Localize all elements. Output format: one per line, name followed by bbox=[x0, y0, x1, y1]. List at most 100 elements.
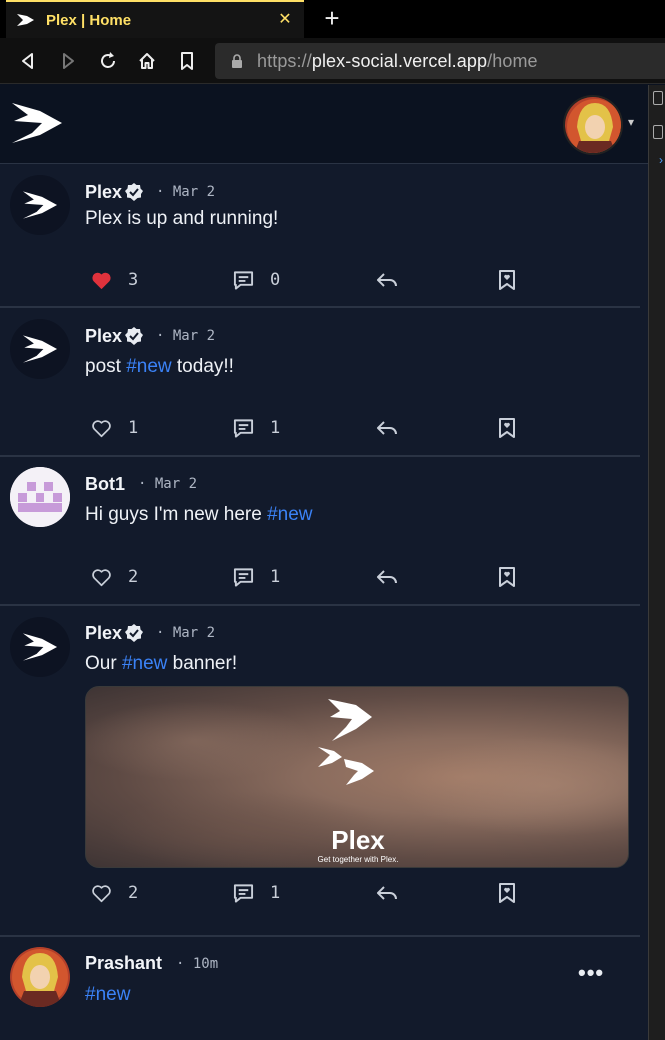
back-icon[interactable] bbox=[16, 49, 40, 73]
post-text: Hi guys I'm new here #new bbox=[85, 504, 313, 526]
comment-count: 1 bbox=[270, 567, 281, 587]
post-date: · Mar 2 bbox=[156, 184, 216, 200]
new-tab-button[interactable]: + bbox=[318, 5, 346, 33]
tab-title: Plex | Home bbox=[46, 11, 132, 29]
bookmark-heart-icon bbox=[499, 567, 515, 587]
comment-icon bbox=[233, 884, 254, 903]
post-author[interactable]: Plex bbox=[85, 623, 122, 644]
home-icon[interactable] bbox=[135, 49, 159, 73]
reply-icon bbox=[377, 273, 397, 287]
post-text: post #new today!! bbox=[85, 356, 234, 378]
app: ▾ Plex · Mar 2 Plex is up and running! 3… bbox=[0, 85, 648, 1040]
reply-button[interactable] bbox=[376, 881, 398, 905]
url-path: /home bbox=[487, 50, 538, 71]
reload-icon[interactable] bbox=[96, 49, 120, 73]
close-tab-icon[interactable]: ✕ bbox=[274, 9, 296, 31]
browser-tabbar: Plex | Home ✕ + bbox=[0, 0, 665, 38]
hashtag-link[interactable]: #new bbox=[267, 504, 312, 525]
post[interactable]: Prashant · 10m ••• #new bbox=[0, 938, 640, 1040]
bookmark-button[interactable] bbox=[498, 881, 516, 905]
like-count: 2 bbox=[128, 883, 139, 903]
post-text-before: post bbox=[85, 356, 127, 377]
reply-button[interactable] bbox=[376, 416, 398, 440]
comment-button[interactable]: 1 bbox=[233, 565, 280, 589]
reply-button[interactable] bbox=[376, 565, 398, 589]
like-button[interactable]: 2 bbox=[91, 881, 138, 905]
plex-logo-icon[interactable] bbox=[10, 101, 64, 150]
comment-button[interactable]: 1 bbox=[233, 416, 280, 440]
devtools-console-icon[interactable]: › bbox=[659, 153, 663, 167]
url-text: https://plex-social.vercel.app/home bbox=[257, 51, 538, 72]
post-avatar[interactable] bbox=[10, 467, 70, 527]
post-avatar[interactable] bbox=[10, 175, 70, 235]
account-menu-caret[interactable]: ▾ bbox=[628, 115, 634, 129]
bookmark-button[interactable] bbox=[498, 268, 516, 292]
heart-outline-icon bbox=[92, 568, 111, 586]
heart-outline-icon bbox=[92, 884, 111, 902]
bookmark-heart-icon bbox=[499, 883, 515, 903]
post-author[interactable]: Plex bbox=[85, 182, 122, 203]
url-scheme: https:// bbox=[257, 50, 312, 71]
post[interactable]: Plex · Mar 2 Plex is up and running! 3 0 bbox=[0, 165, 640, 308]
like-count: 3 bbox=[128, 270, 139, 290]
bookmark-button[interactable] bbox=[498, 565, 516, 589]
hashtag-link[interactable]: #new bbox=[126, 356, 171, 377]
plex-favicon-icon bbox=[17, 14, 34, 26]
comment-count: 1 bbox=[270, 883, 281, 903]
user-avatar[interactable] bbox=[563, 95, 623, 155]
like-button[interactable]: 2 bbox=[91, 565, 138, 589]
bookmark-icon[interactable] bbox=[175, 49, 199, 73]
forward-icon[interactable] bbox=[56, 49, 80, 73]
post-actions: 2 1 bbox=[0, 881, 640, 905]
like-button[interactable]: 1 bbox=[91, 416, 138, 440]
devtools-device-icon[interactable] bbox=[653, 125, 663, 139]
verified-badge-icon bbox=[125, 327, 143, 345]
heart-filled-icon bbox=[92, 272, 111, 289]
banner-subtitle: Get together with Plex. bbox=[317, 855, 399, 864]
comment-count: 1 bbox=[270, 418, 281, 438]
banner-plex-logo-icon bbox=[318, 699, 374, 785]
reply-button[interactable] bbox=[376, 268, 398, 292]
devtools-panel: › bbox=[648, 85, 665, 1040]
post-actions: 2 1 bbox=[0, 565, 640, 589]
hashtag-link[interactable]: #new bbox=[122, 653, 167, 674]
more-options-button[interactable]: ••• bbox=[578, 960, 604, 986]
devtools-inspect-icon[interactable] bbox=[653, 91, 663, 105]
post-avatar[interactable] bbox=[10, 617, 70, 677]
post-author[interactable]: Bot1 bbox=[85, 474, 125, 495]
comment-icon bbox=[233, 271, 254, 290]
like-count: 1 bbox=[128, 418, 139, 438]
address-bar[interactable]: https://plex-social.vercel.app/home bbox=[215, 43, 665, 79]
browser-tab[interactable]: Plex | Home ✕ bbox=[6, 0, 304, 38]
verified-badge-icon bbox=[125, 624, 143, 642]
post-text-before: Hi guys I'm new here bbox=[85, 504, 268, 525]
banner-title: Plex bbox=[331, 825, 385, 855]
post-author[interactable]: Prashant bbox=[85, 953, 162, 974]
like-button[interactable]: 3 bbox=[91, 268, 138, 292]
post-image-banner[interactable]: Plex Get together with Plex. bbox=[85, 686, 629, 868]
post[interactable]: Plex · Mar 2 post #new today!! 1 1 bbox=[0, 309, 640, 457]
post-date: · Mar 2 bbox=[138, 476, 198, 492]
bookmark-heart-icon bbox=[499, 270, 515, 290]
hashtag-link[interactable]: #new bbox=[85, 984, 130, 1006]
post-avatar[interactable] bbox=[10, 319, 70, 379]
like-count: 2 bbox=[128, 567, 139, 587]
post-text: Plex is up and running! bbox=[85, 208, 279, 229]
bookmark-button[interactable] bbox=[498, 416, 516, 440]
post[interactable]: Bot1 · Mar 2 Hi guys I'm new here #new 2… bbox=[0, 458, 640, 606]
url-host: plex-social.vercel.app bbox=[311, 50, 488, 71]
browser-navbar: https://plex-social.vercel.app/home bbox=[0, 38, 665, 84]
post[interactable]: Plex · Mar 2 Our #new banner! Plex Get t… bbox=[0, 607, 640, 937]
post-text: Our #new banner! bbox=[85, 653, 237, 675]
post-author[interactable]: Plex bbox=[85, 326, 122, 347]
verified-badge-icon bbox=[125, 183, 143, 201]
post-actions: 1 1 bbox=[0, 416, 640, 440]
comment-button[interactable]: 1 bbox=[233, 881, 280, 905]
post-avatar[interactable] bbox=[10, 947, 70, 1007]
heart-outline-icon bbox=[92, 419, 111, 437]
lock-icon bbox=[232, 54, 242, 68]
post-date: · 10m bbox=[176, 956, 219, 972]
post-date: · Mar 2 bbox=[156, 625, 216, 641]
comment-button[interactable]: 0 bbox=[233, 268, 280, 292]
post-text-before: Our bbox=[85, 653, 122, 674]
